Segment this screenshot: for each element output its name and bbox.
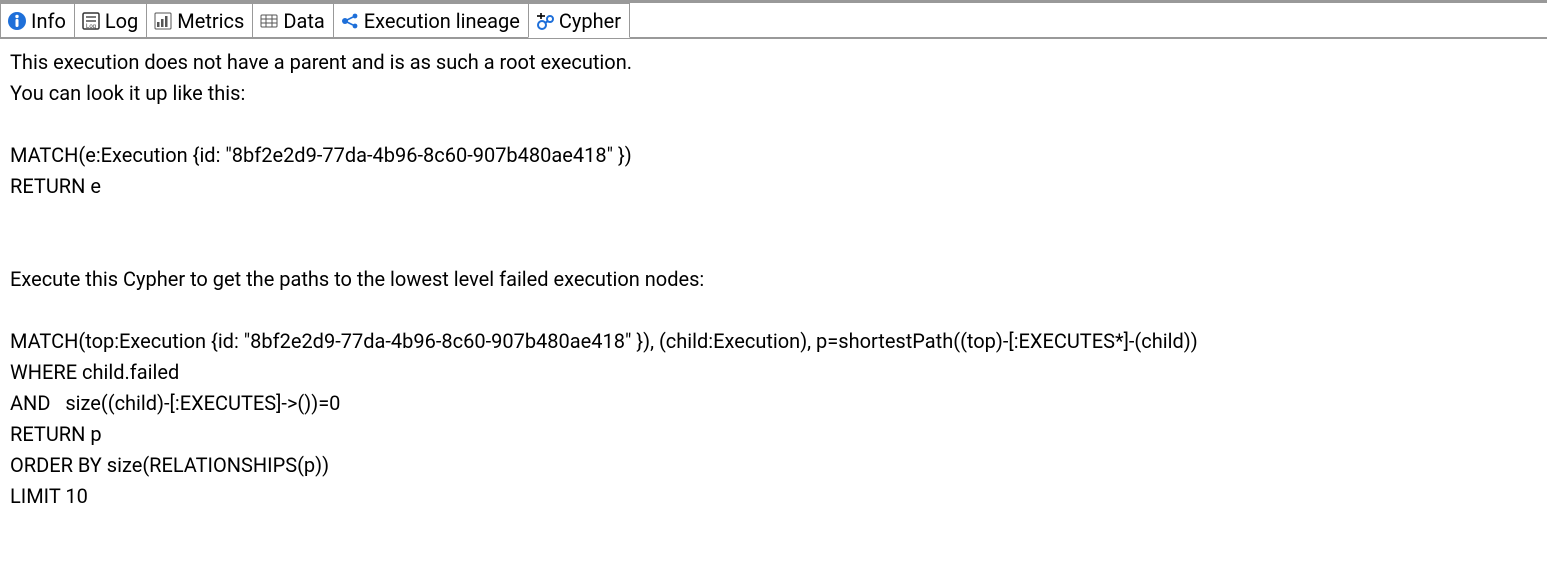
query2-line-3: AND size((child)-[:EXECUTES]->())=0: [10, 391, 340, 415]
lineage-icon: [340, 11, 360, 31]
tab-cypher[interactable]: Cypher: [528, 3, 630, 38]
section2-intro: Execute this Cypher to get the paths to …: [10, 267, 704, 291]
cypher-icon: [535, 11, 555, 31]
window-frame: Info Log Log Metrics Data Execution line…: [0, 0, 1547, 569]
query1-line-2: RETURN e: [10, 174, 101, 198]
tab-log[interactable]: Log Log: [74, 3, 147, 38]
info-circle-icon: [7, 11, 27, 31]
svg-text:Log: Log: [86, 24, 96, 30]
intro-line-2: You can look it up like this:: [10, 81, 245, 105]
query2-line-4: RETURN p: [10, 422, 102, 446]
cypher-content: This execution does not have a parent an…: [0, 39, 1547, 520]
tab-execution-lineage[interactable]: Execution lineage: [333, 3, 529, 38]
query2-line-5: ORDER BY size(RELATIONSHIPS(p)): [10, 453, 329, 477]
tab-info[interactable]: Info: [0, 3, 75, 38]
query2-line-6: LIMIT 10: [10, 484, 88, 508]
data-icon: [259, 11, 279, 31]
query2-line-2: WHERE child.failed: [10, 360, 179, 384]
tab-bar: Info Log Log Metrics Data Execution line…: [0, 3, 1547, 39]
query1-line-1: MATCH(e:Execution {id: "8bf2e2d9-77da-4b…: [10, 143, 632, 167]
query2-line-1: MATCH(top:Execution {id: "8bf2e2d9-77da-…: [10, 329, 1198, 353]
log-icon: Log: [81, 11, 101, 31]
tab-label: Execution lineage: [364, 9, 520, 33]
tab-label: Data: [283, 9, 324, 33]
metrics-icon: [153, 11, 173, 31]
tab-label: Cypher: [559, 9, 621, 33]
tab-metrics[interactable]: Metrics: [146, 3, 253, 38]
tab-label: Metrics: [177, 9, 244, 33]
intro-line-1: This execution does not have a parent an…: [10, 50, 632, 74]
tab-label: Log: [105, 9, 138, 33]
tab-label: Info: [31, 9, 66, 33]
tab-data[interactable]: Data: [252, 3, 333, 38]
